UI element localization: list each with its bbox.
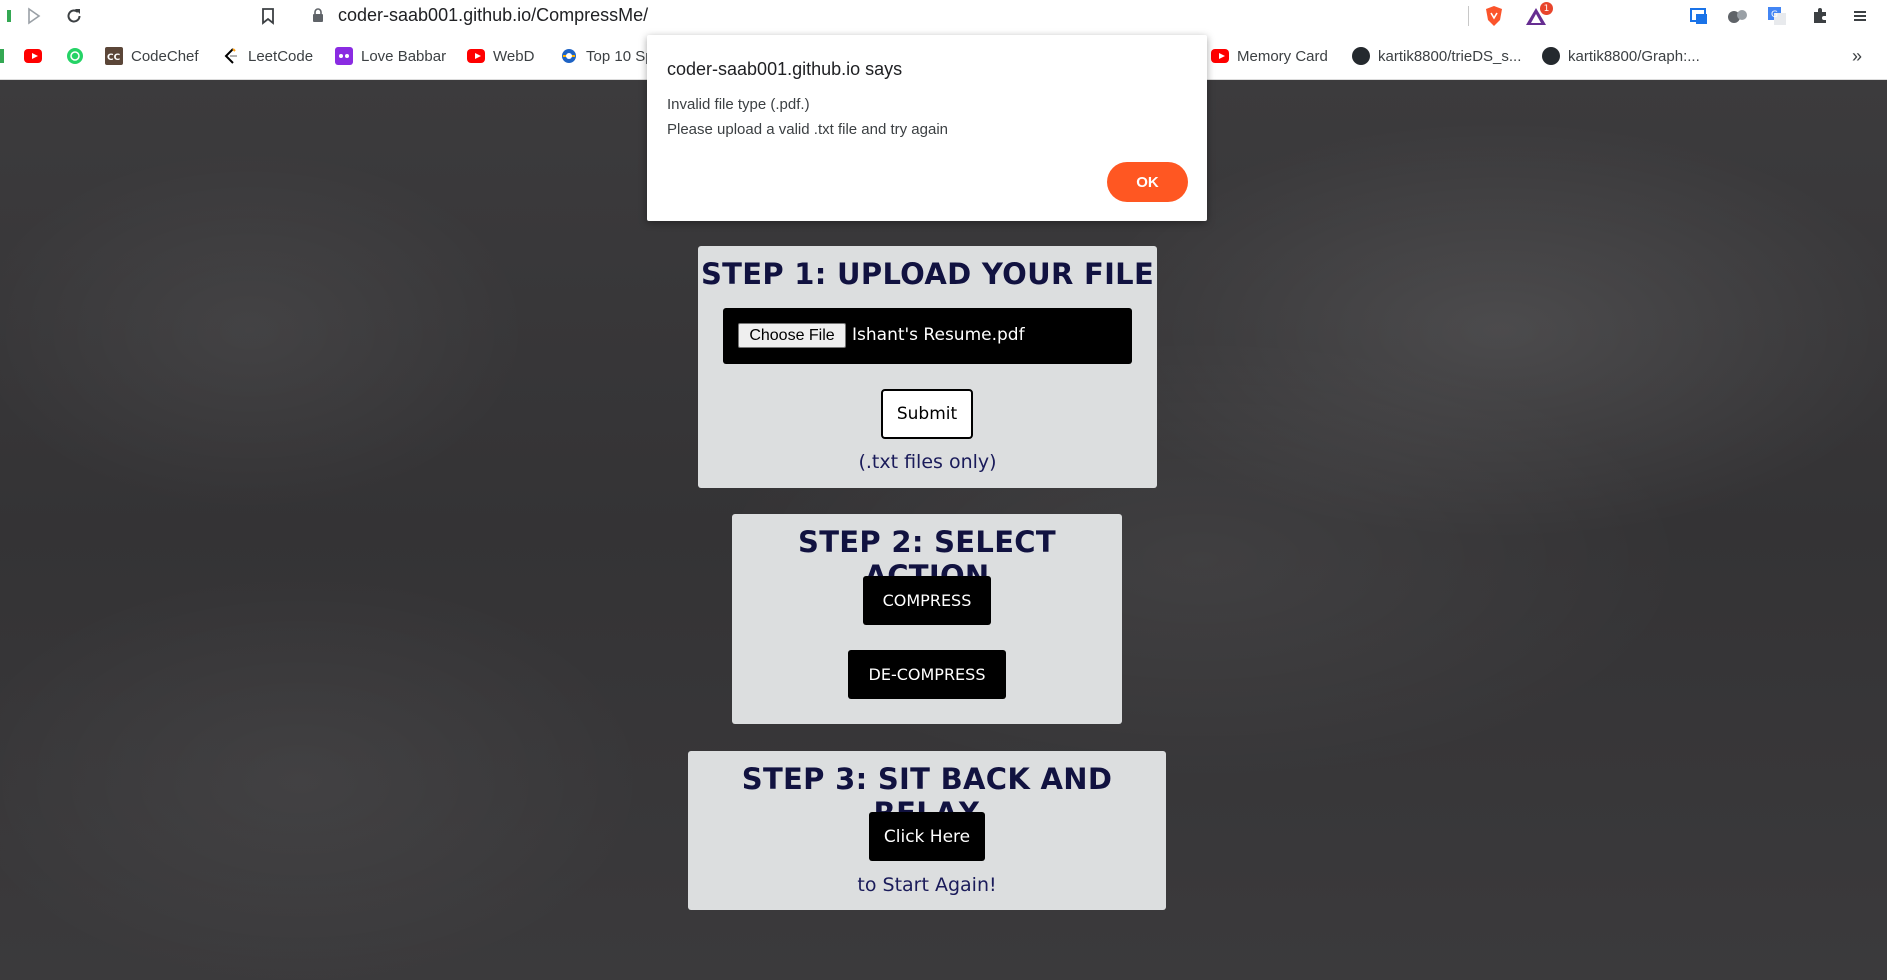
step3-card: STEP 3: SIT BACK AND RELAX Click Here to… [688,751,1166,910]
svg-text:G: G [1771,10,1778,20]
more-bookmarks-button[interactable]: » [1852,45,1862,67]
bookmark-top-10[interactable]: Top 10 Sp [560,45,654,67]
browser-toolbar: coder-saab001.github.io/CompressMe/ 1 G [0,0,1887,31]
choose-file-button[interactable]: Choose File [738,323,846,348]
url-text: coder-saab001.github.io/CompressMe/ [338,5,649,25]
google-translate-icon[interactable]: G [1765,4,1789,28]
svg-text:CC: CC [107,53,121,63]
bookmark-github-graph[interactable]: kartik8800/Graph:... [1542,45,1700,67]
menu-icon[interactable] [1848,4,1872,28]
youtube-icon [467,47,485,65]
lovebabbar-icon [335,47,353,65]
bookmark-whatsapp[interactable] [66,45,92,67]
tab-search-icon[interactable] [1687,4,1711,28]
file-type-note: (.txt files only) [858,451,997,473]
step2-card: STEP 2: SELECT ACTION COMPRESS DE-COMPRE… [732,514,1122,724]
bookmark-green[interactable] [0,45,4,67]
dialog-title: coder-saab001.github.io says [667,59,903,79]
bookmark-label: Memory Card [1237,47,1328,65]
back-icon[interactable] [0,4,24,28]
selected-file-name: Ishant's Resume.pdf [852,325,1025,345]
dialog-message-line1: Invalid file type (.pdf.) [667,96,810,113]
bookmark-youtube[interactable] [24,45,50,67]
brave-rewards-icon[interactable]: 1 [1524,2,1553,28]
globe-icon [560,47,578,65]
ok-button[interactable]: OK [1107,162,1188,202]
bookmark-codechef[interactable]: CC CodeChef [105,45,199,67]
omnibox-divider [1468,6,1469,26]
extensions-puzzle-icon[interactable] [1808,4,1832,28]
extension-toggle-icon[interactable] [1726,4,1750,28]
bookmark-label: kartik8800/Graph:... [1568,47,1700,65]
brave-shield-icon[interactable] [1482,4,1506,28]
compress-button[interactable]: COMPRESS [863,576,991,625]
step1-heading: STEP 1: UPLOAD YOUR FILE [700,257,1155,291]
youtube-icon [1211,47,1229,65]
bookmark-label: kartik8800/trieDS_s... [1378,47,1522,65]
bookmark-memory-card[interactable]: Memory Card [1211,45,1328,67]
bookmark-label: CodeChef [131,47,199,65]
file-input[interactable]: Choose File Ishant's Resume.pdf [723,308,1132,364]
click-here-button[interactable]: Click Here [869,812,985,861]
bookmark-label: WebD [493,47,535,65]
reload-icon[interactable] [62,4,86,28]
bookmark-label: Love Babbar [361,47,447,65]
alert-dialog: coder-saab001.github.io says Invalid fil… [647,35,1207,221]
bookmark-label: Top 10 Sp [586,47,654,65]
forward-icon[interactable] [22,4,46,28]
bookmark-label: LeetCode [248,47,314,65]
github-icon [1542,47,1560,65]
submit-button[interactable]: Submit [881,389,973,439]
step1-card: STEP 1: UPLOAD YOUR FILE Choose File Ish… [698,246,1157,488]
bookmark-webd[interactable]: WebD [467,45,534,67]
lock-icon [313,8,323,22]
start-again-text: to Start Again! [857,874,997,896]
address-bar[interactable]: coder-saab001.github.io/CompressMe/ [296,0,1471,31]
whatsapp-icon [66,47,84,65]
leetcode-icon [222,47,240,65]
youtube-icon [24,47,42,65]
rewards-badge: 1 [1540,2,1553,15]
bookmark-star-icon[interactable] [256,4,280,28]
github-icon [1352,47,1370,65]
codechef-icon: CC [105,47,123,65]
decompress-button[interactable]: DE-COMPRESS [848,650,1006,699]
bookmark-github-trieds[interactable]: kartik8800/trieDS_s... [1352,45,1521,67]
bookmark-love-babbar[interactable]: Love Babbar [335,45,446,67]
dialog-message-line2: Please upload a valid .txt file and try … [667,121,949,138]
bookmark-leetcode[interactable]: LeetCode [222,45,313,67]
